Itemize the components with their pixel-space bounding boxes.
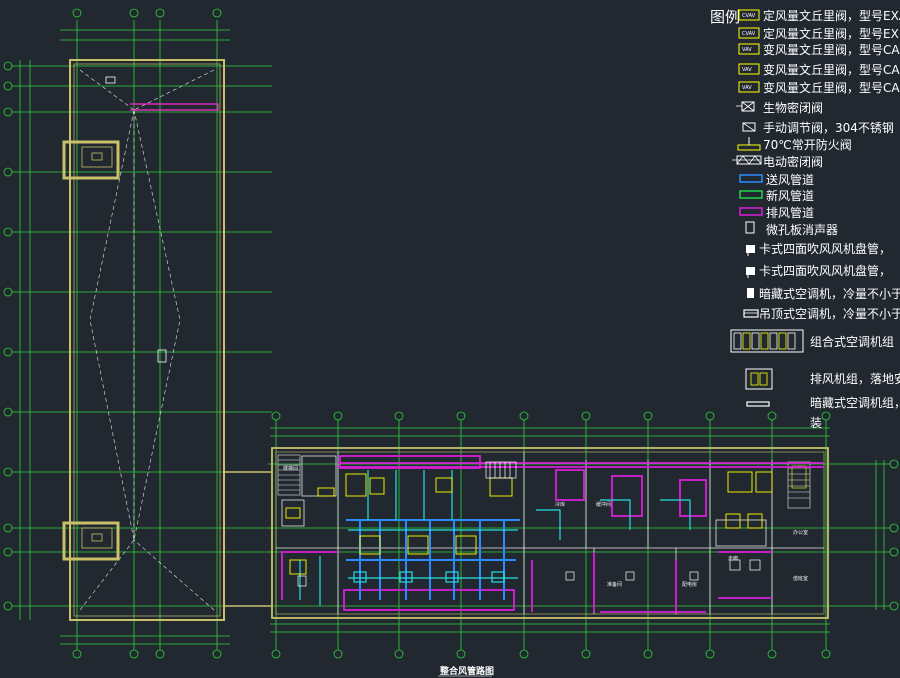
symbol-tag: VAV [742,85,752,91]
room-label: 楼梯间 [283,465,298,472]
room-label: 准备间 [607,581,622,588]
room-label: 走廊 [728,555,738,562]
concealed-ac-symbol [747,288,754,298]
symbol-tag: CVAV [742,31,756,37]
legend-item-label: 定风量文丘里阀，型号EX [763,26,899,41]
legend-item-label: 变风量文丘里阀，型号CA [763,80,900,95]
room-label: 配电房 [682,581,697,588]
room-label: 缓冲间 [596,501,611,508]
legend-item-label: 70℃常开防火阀 [763,137,852,152]
room-label: 冷库 [555,501,565,508]
legend-item-label: 排风机组，落地安 [810,371,900,386]
legend-item-label: 手动调节阀，304不锈钢 [763,121,894,135]
legend-item-label: 定风量文丘里阀，型号EXA [763,8,900,23]
legend-title: 图例 [710,8,740,26]
legend-item-label: 变风量文丘里阀，型号CA [763,62,900,77]
legend-item-label: 暗藏式空调机组， [810,395,900,410]
legend-item-label: 卡式四面吹风风机盘管， [759,241,891,256]
legend-item-label: 装 [810,416,822,430]
legend-item-label: 微孔板消声器 [766,223,838,237]
legend-item-label: 排风管道 [766,205,814,220]
room-label: 值班室 [793,575,808,582]
cad-drawing: 楼梯间 冷库 缓冲间 准备间 配电房 走廊 办公室 值班室 整合风管路图 图例 … [0,0,900,678]
legend-item-label: 电动密闭阀 [763,154,823,169]
symbol-tag: VAV [742,47,752,53]
legend-item-label: 暗藏式空调机，冷量不小于 [759,286,900,301]
legend-item-label: 吊顶式空调机，冷量不小于 [759,307,900,321]
legend-item-label: 卡式四面吹风风机盘管， [759,263,891,278]
legend-item-label: 变风量文丘里阀，型号CA [763,42,900,57]
symbol-tag: CVAV [742,13,756,19]
legend-item-label: 送风管道 [766,172,814,187]
legend-item-label: 新风管道 [766,188,814,203]
drawing-caption: 整合风管路图 [439,665,494,677]
legend-item-label: 组合式空调机组 [810,334,894,349]
room-label: 办公室 [793,529,808,536]
legend-item-label: 生物密闭阀 [763,100,823,115]
symbol-tag: VAV [742,67,752,73]
